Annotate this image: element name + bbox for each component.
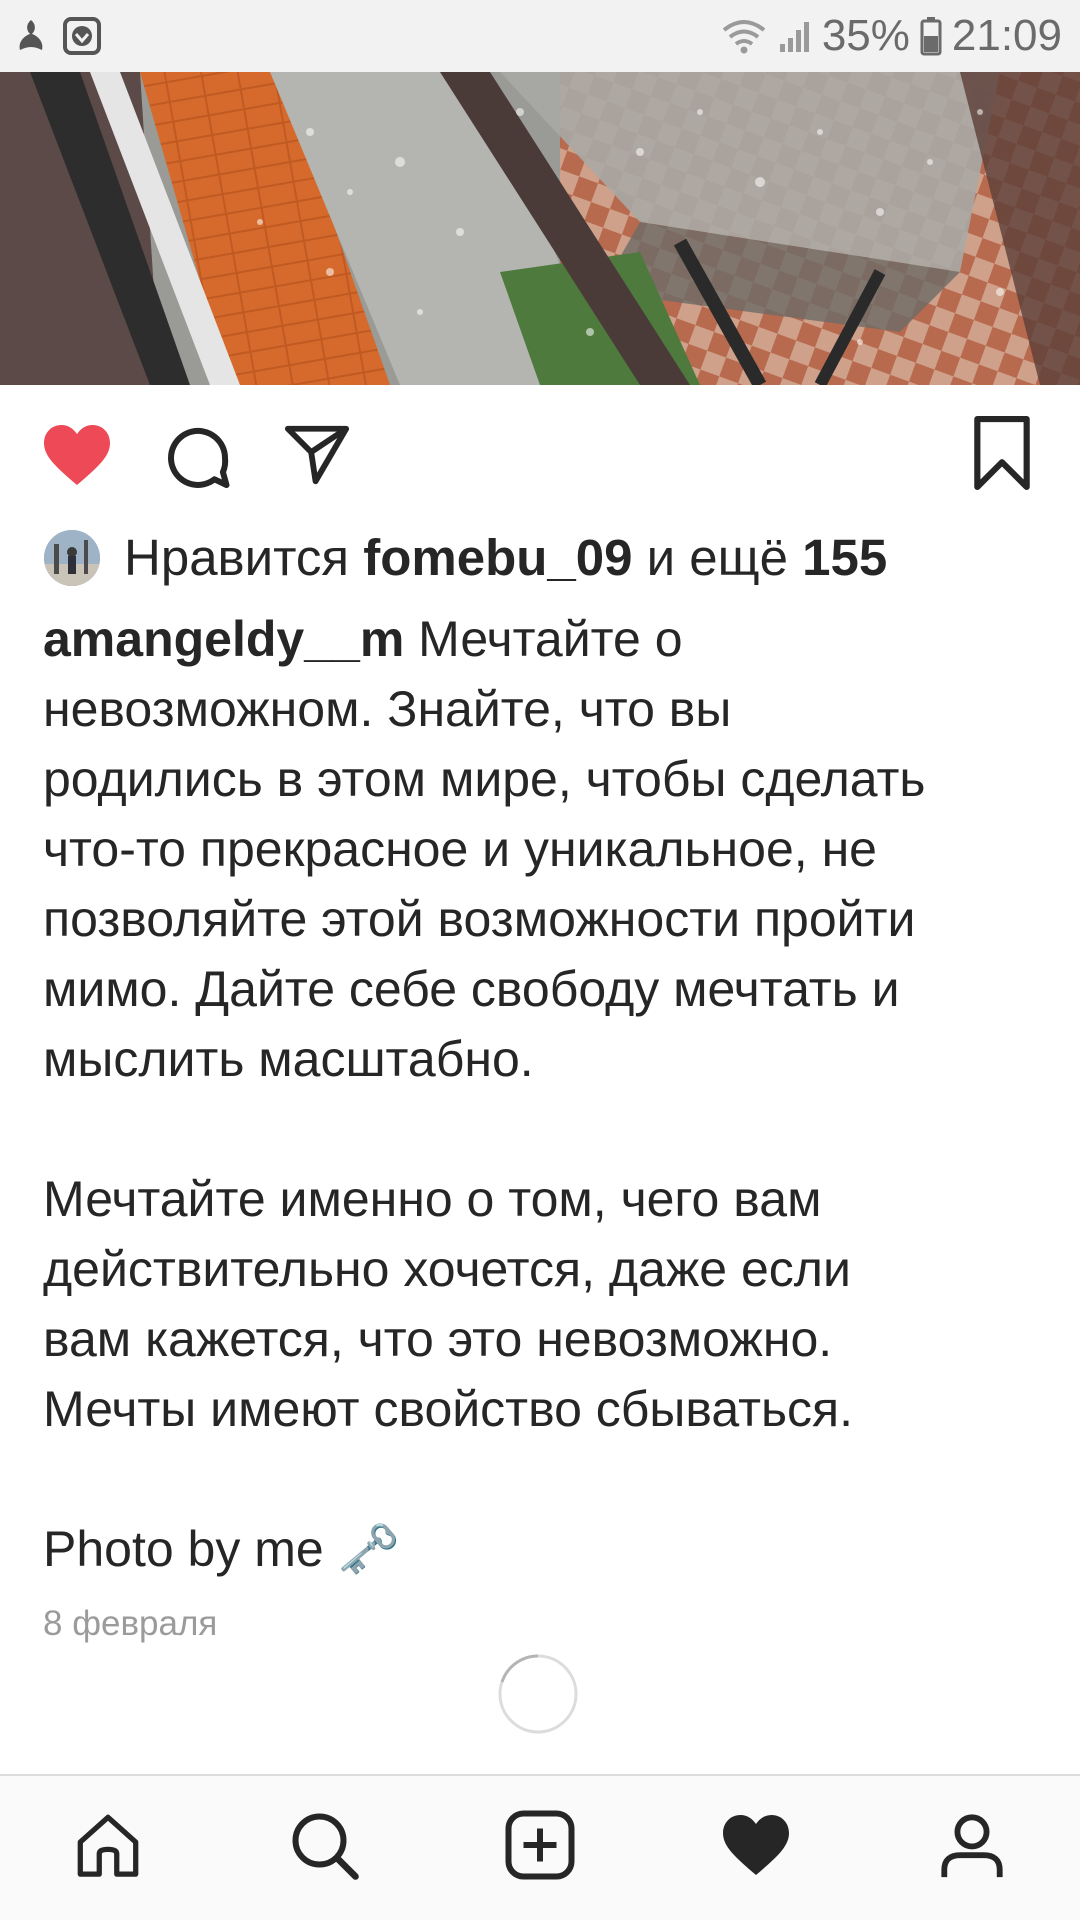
nav-new-post[interactable]	[497, 1802, 583, 1888]
post-date: 8 февраля	[43, 1604, 218, 1643]
likes-prefix: Нравится	[124, 529, 364, 586]
post-photo[interactable]	[0, 72, 1080, 385]
download-notification-icon	[63, 17, 101, 55]
likes-summary[interactable]: Нравится fomebu_09 и ещё 155	[44, 528, 887, 588]
signal-icon	[779, 22, 809, 52]
likes-middle: и ещё	[632, 529, 803, 586]
bookmark-icon[interactable]	[970, 416, 1034, 490]
liker-avatar[interactable]	[44, 530, 100, 586]
profile-icon	[941, 1814, 1003, 1878]
liker-username[interactable]: fomebu_09	[363, 529, 632, 586]
post-action-bar	[0, 400, 1080, 510]
new-post-icon	[505, 1810, 575, 1880]
wifi-icon	[722, 20, 766, 54]
status-notifications	[14, 14, 102, 58]
activity-heart-icon	[723, 1815, 789, 1875]
bottom-navigation	[0, 1774, 1080, 1920]
home-icon	[77, 1814, 139, 1877]
comment-icon[interactable]	[162, 422, 234, 494]
nav-activity[interactable]	[713, 1802, 799, 1888]
likes-text: Нравится fomebu_09 и ещё 155	[124, 528, 887, 588]
likes-count[interactable]: 155	[802, 529, 887, 586]
clock: 21:09	[951, 11, 1062, 60]
nav-search[interactable]	[281, 1802, 367, 1888]
heart-icon[interactable]	[40, 422, 114, 488]
paper-plane-icon[interactable]	[280, 420, 354, 490]
rainy-window-photo	[0, 72, 1080, 385]
fish-notification-icon	[19, 20, 43, 50]
caption-author[interactable]: amangeldy__m	[43, 611, 404, 667]
status-indicators: 35% 21:09	[720, 10, 1062, 62]
battery-icon	[920, 17, 942, 56]
battery-percent: 35%	[821, 11, 910, 60]
caption-text: Мечтайте о невозможном. Знайте, что вы р…	[43, 611, 926, 1577]
loading-spinner-icon	[498, 1654, 578, 1734]
key-emoji: 🗝️	[337, 1521, 400, 1577]
avatar-image	[44, 530, 100, 586]
post-caption: amangeldy__m Мечтайте о невозможном. Зна…	[43, 604, 1053, 1584]
status-bar: 35% 21:09	[0, 0, 1080, 72]
nav-home[interactable]	[65, 1802, 151, 1888]
search-icon	[292, 1813, 359, 1880]
nav-profile[interactable]	[929, 1802, 1015, 1888]
